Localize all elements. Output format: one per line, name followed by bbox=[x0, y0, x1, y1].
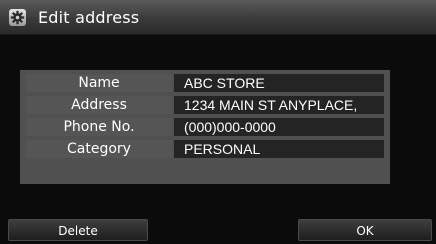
field-label-category: Category bbox=[26, 140, 172, 158]
field-value-category[interactable]: PERSONAL bbox=[174, 140, 384, 158]
gear-icon bbox=[9, 9, 26, 26]
page-title: Edit address bbox=[38, 8, 140, 27]
field-label-phone: Phone No. bbox=[26, 118, 172, 136]
field-value-phone[interactable]: (000)000-0000 bbox=[174, 118, 384, 136]
field-row-phone[interactable]: Phone No. (000)000-0000 bbox=[20, 116, 390, 138]
ok-button[interactable]: OK bbox=[298, 219, 432, 241]
delete-button[interactable]: Delete bbox=[8, 219, 148, 241]
field-label-name: Name bbox=[26, 74, 172, 92]
address-details-panel: Name ABC STORE Address 1234 MAIN ST ANYP… bbox=[20, 70, 390, 184]
field-value-name[interactable]: ABC STORE bbox=[174, 74, 384, 92]
title-bar: Edit address bbox=[0, 0, 436, 35]
field-row-category[interactable]: Category PERSONAL bbox=[20, 138, 390, 160]
field-row-address[interactable]: Address 1234 MAIN ST ANYPLACE, bbox=[20, 94, 390, 116]
field-value-address[interactable]: 1234 MAIN ST ANYPLACE, bbox=[174, 96, 384, 114]
field-label-address: Address bbox=[26, 96, 172, 114]
field-row-name[interactable]: Name ABC STORE bbox=[20, 72, 390, 94]
